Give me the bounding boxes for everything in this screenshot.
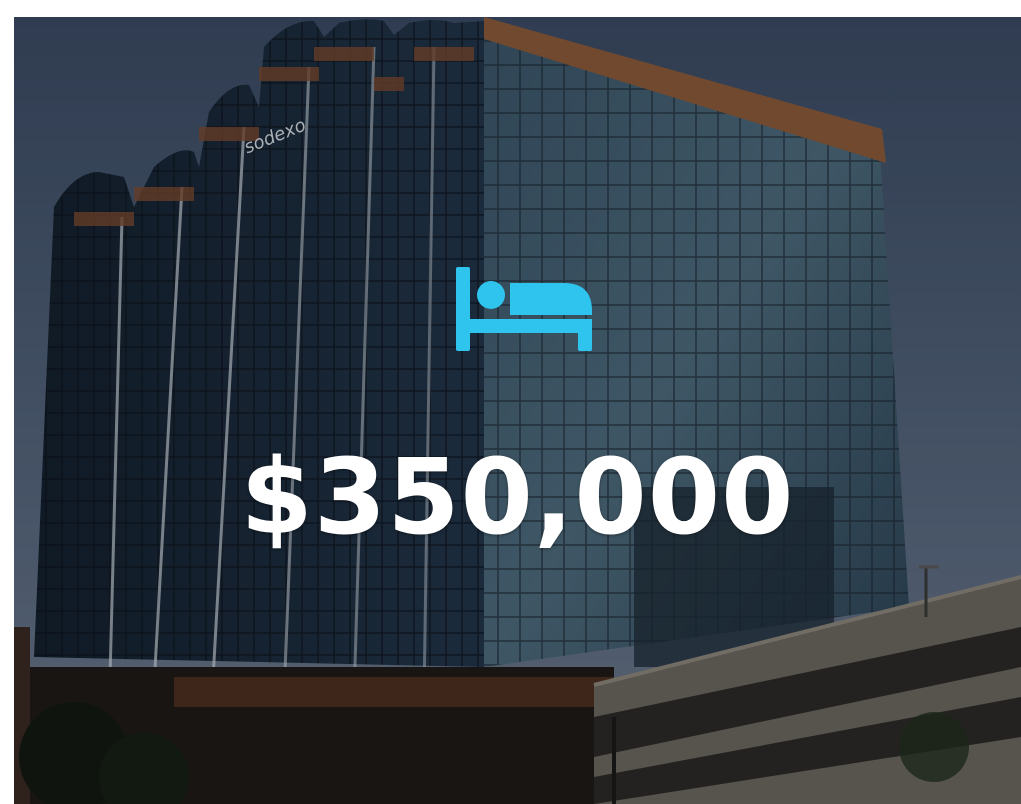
bed-icon (456, 267, 592, 351)
listing-card[interactable]: sodexo $350,000 (14, 17, 1021, 804)
dark-overlay (14, 17, 1021, 804)
price-label: $350,000 (240, 436, 795, 558)
